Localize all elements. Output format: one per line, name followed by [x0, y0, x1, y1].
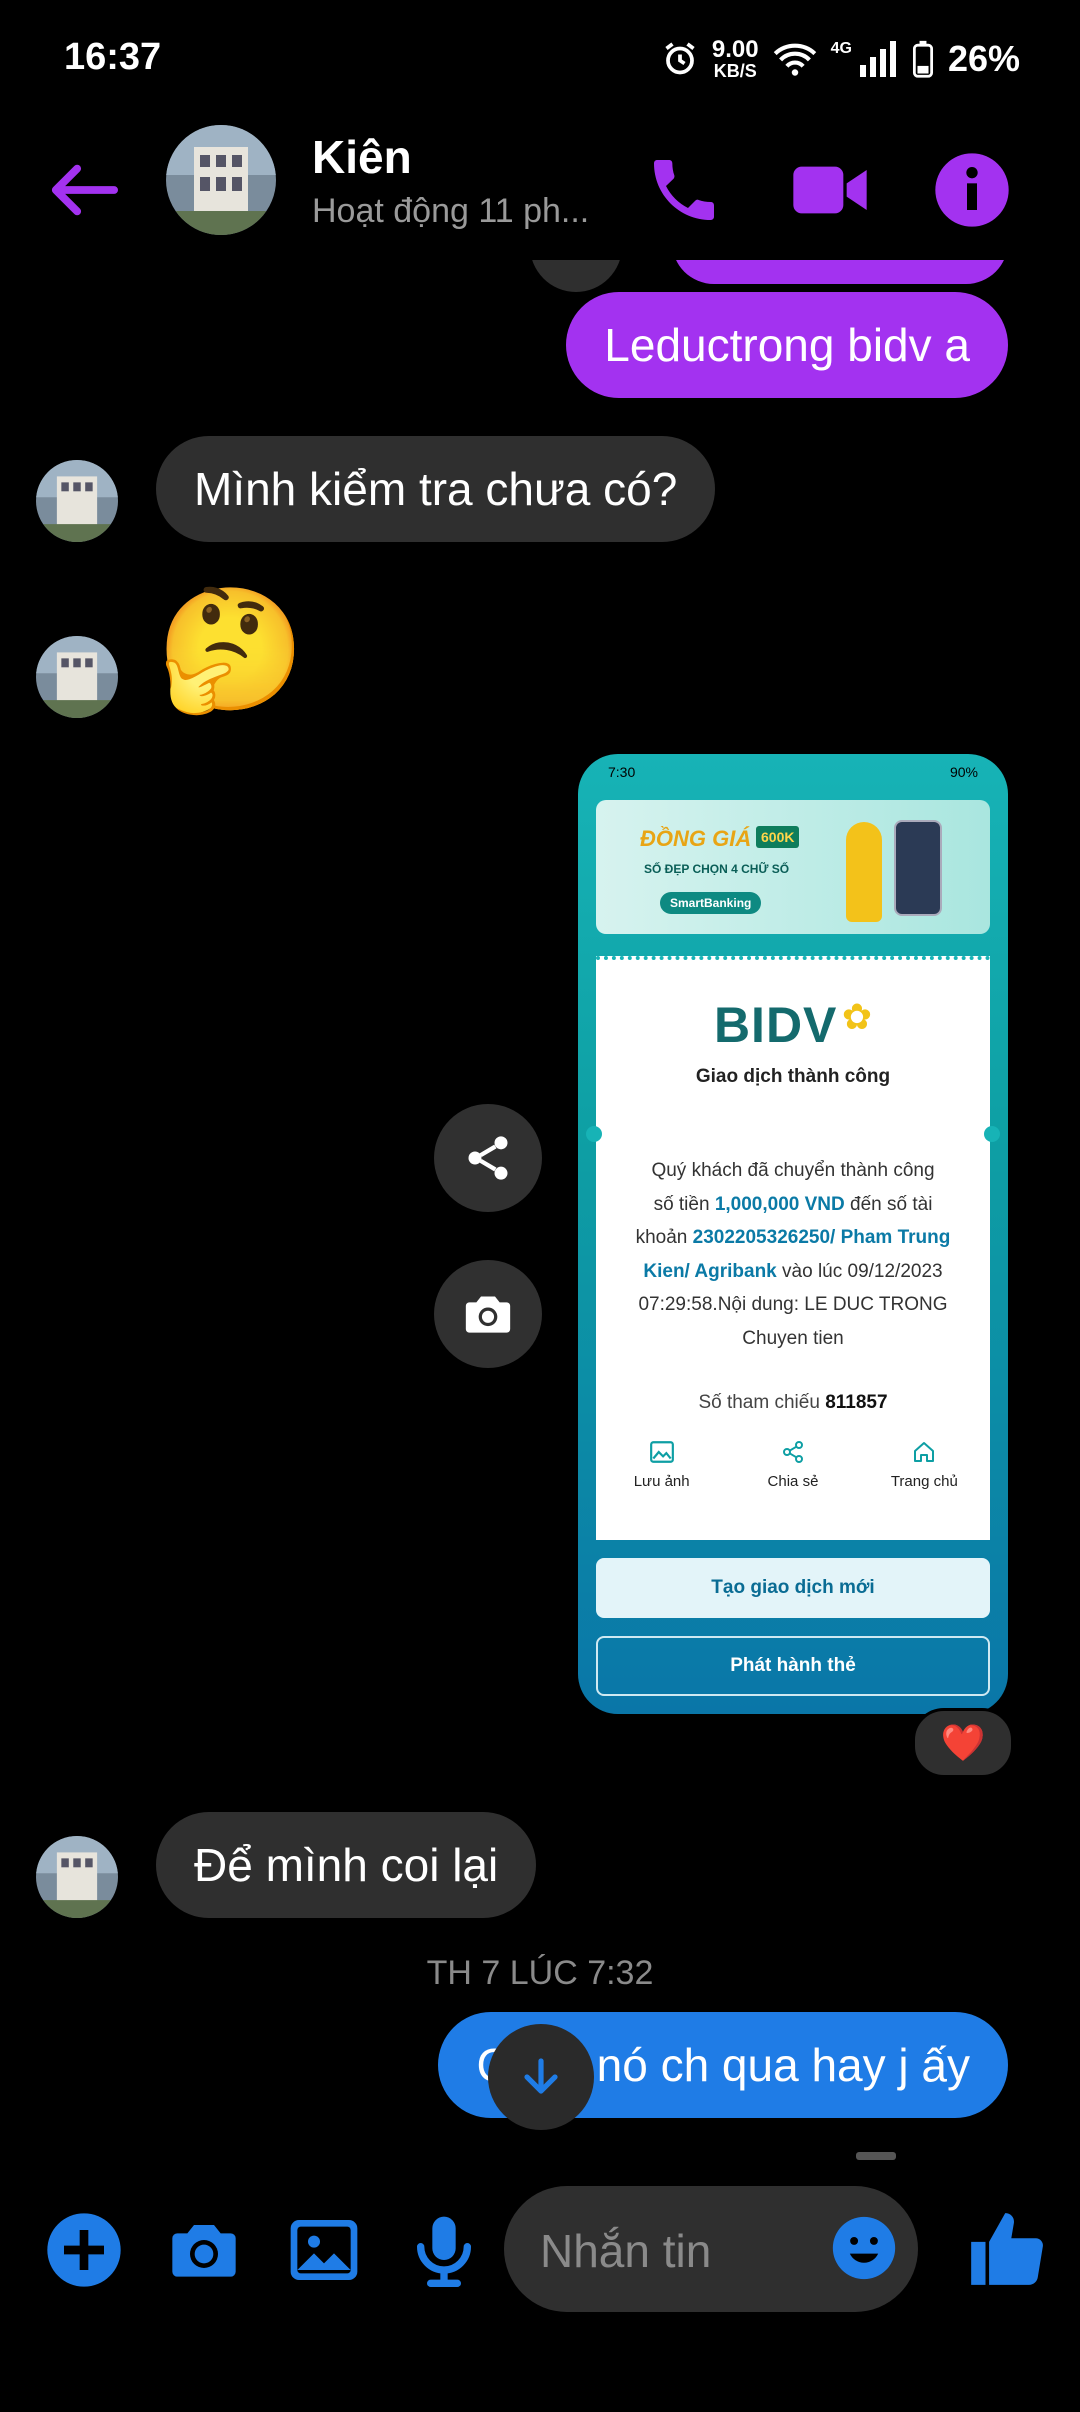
share-action[interactable]: Chia sẻ	[738, 1440, 848, 1490]
speed-unit: KB/S	[713, 61, 757, 81]
camera-icon[interactable]	[164, 2210, 244, 2290]
home-icon	[914, 1442, 935, 1462]
status-icons: 9.00 KB/S 4G 26%	[662, 38, 1020, 80]
heart-reaction[interactable]: ❤️	[912, 1708, 1014, 1778]
banner-title: ĐỒNG GIÁ	[640, 826, 752, 851]
receipt-status-time: 7:30	[608, 764, 636, 780]
bidv-logo: BIDV ✿	[596, 996, 990, 1054]
reference-label: Số tham chiếu	[698, 1392, 826, 1413]
status-time: 16:37	[64, 36, 162, 78]
emoji-message[interactable]: 🤔	[156, 580, 305, 720]
share-icon	[468, 1136, 508, 1180]
receipt-card: BIDV ✿ Giao dịch thành công Quý khách đã…	[586, 956, 1000, 1540]
flower-icon: ✿	[841, 996, 873, 1037]
action-label: Lưu ảnh	[633, 1473, 690, 1490]
new-transaction-button[interactable]: Tạo giao dịch mới	[596, 1558, 990, 1618]
emoji-icon[interactable]	[830, 2214, 898, 2282]
account-value: Kien/ Agribank	[643, 1260, 777, 1282]
back-arrow-icon[interactable]	[48, 160, 118, 220]
sender-avatar[interactable]	[36, 460, 118, 542]
banner-app: SmartBanking	[660, 892, 762, 914]
banner-price: 600K	[756, 826, 800, 848]
seen-indicator	[856, 2152, 896, 2160]
microphone-icon[interactable]	[404, 2210, 484, 2290]
banner-phone-figure	[894, 820, 942, 916]
detail-text: đến số tài	[844, 1193, 933, 1215]
receipt-actions: Lưu ảnh Chia sẻ Trang chủ	[596, 1440, 990, 1490]
battery-icon	[912, 40, 933, 78]
sender-avatar[interactable]	[36, 1836, 118, 1918]
reference-value: 811857	[825, 1392, 888, 1413]
info-icon[interactable]	[932, 150, 1012, 230]
composer-bar: Nhắn tin	[0, 2160, 1080, 2412]
issue-card-button[interactable]: Phát hành thẻ	[596, 1636, 990, 1696]
banner-person-figure	[846, 822, 882, 922]
speed-value: 9.00	[711, 36, 759, 63]
detail-line: số tiền 1,000,000 VND đến số tài	[596, 1188, 990, 1222]
house-photo-icon	[36, 1836, 118, 1918]
network-type: 4G	[830, 40, 852, 57]
promo-banner[interactable]: ĐỒNG GIÁ 600K SỐ ĐẸP CHỌN 4 CHỮ SỐ Smart…	[596, 800, 990, 934]
message-incoming[interactable]: Mình kiểm tra chưa có?	[156, 436, 716, 542]
signal-icon	[859, 41, 896, 77]
phone-call-icon[interactable]	[644, 150, 724, 230]
arrow-down-icon	[524, 2058, 558, 2094]
reference-number: Số tham chiếu 811857	[596, 1392, 990, 1414]
house-photo-icon	[36, 460, 118, 542]
alarm-icon	[665, 42, 695, 75]
detail-line: Quý khách đã chuyển thành công	[651, 1160, 935, 1181]
message-timestamp: TH 7 LÚC 7:32	[426, 1954, 654, 1992]
network-speed: 9.00 KB/S	[711, 36, 759, 81]
status-bar: 16:37 9.00 KB/S 4G 26%	[0, 0, 1080, 120]
sender-avatar[interactable]	[36, 636, 118, 718]
share-button[interactable]	[434, 1104, 542, 1212]
scroll-to-bottom-button[interactable]	[488, 2024, 594, 2130]
video-call-icon[interactable]	[790, 150, 870, 230]
partial-avatar	[530, 260, 622, 292]
share-icon	[782, 1441, 803, 1463]
action-label: Chia sẻ	[767, 1473, 819, 1490]
house-photo-icon	[36, 636, 118, 718]
message-input-placeholder: Nhắn tin	[540, 2225, 712, 2277]
chat-header: Kiên Hoạt động 11 ph...	[0, 120, 1080, 260]
detail-line: 07:29:58.Nội dung: LE DUC TRONG	[638, 1294, 948, 1315]
message-outgoing[interactable]: Leductrong bidv a	[566, 292, 1008, 398]
ticket-notch	[586, 1126, 602, 1142]
save-image-action[interactable]: Lưu ảnh	[607, 1440, 717, 1490]
image-icon	[649, 1441, 674, 1463]
battery-percent: 26%	[947, 38, 1020, 79]
detail-text: số tiền	[653, 1193, 715, 1215]
detail-text: khoản	[635, 1227, 693, 1248]
partial-bubble	[672, 260, 1008, 284]
wifi-icon	[773, 43, 816, 76]
transaction-details: Quý khách đã chuyển thành công số tiền 1…	[596, 1154, 990, 1355]
message-list[interactable]: Leductrong bidv a Mình kiểm tra chưa có?…	[0, 260, 1080, 2160]
detail-line: Kien/ Agribank vào lúc 09/12/2023	[596, 1255, 990, 1289]
transaction-status: Giao dịch thành công	[695, 1066, 891, 1087]
detail-text: vào lúc 09/12/2023	[776, 1260, 943, 1282]
receipt-status-battery: 90%	[949, 764, 978, 780]
thumbs-up-icon[interactable]	[964, 2206, 1050, 2292]
contact-avatar[interactable]	[166, 125, 276, 235]
account-value: 2302205326250/ Pham Trung	[692, 1227, 951, 1248]
ticket-notch	[984, 1126, 1000, 1142]
message-input[interactable]: Nhắn tin	[504, 2186, 918, 2312]
house-photo-icon	[166, 125, 276, 235]
action-label: Trang chủ	[890, 1473, 958, 1490]
detail-line: khoản 2302205326250/ Pham Trung	[596, 1221, 990, 1255]
bidv-logo-text: BIDV	[713, 997, 838, 1053]
home-action[interactable]: Trang chủ	[869, 1440, 979, 1490]
banner-subtitle: SỐ ĐẸP CHỌN 4 CHỮ SỐ	[644, 862, 790, 876]
image-attachment[interactable]: 7:30 90% ĐỒNG GIÁ 600K SỐ ĐẸP CHỌN 4 CHỮ…	[578, 754, 1008, 1714]
detail-line: Chuyen tien	[742, 1327, 844, 1349]
camera-button[interactable]	[434, 1260, 542, 1368]
gallery-icon[interactable]	[284, 2210, 364, 2290]
amount-value: 1,000,000 VND	[714, 1193, 845, 1215]
plus-icon[interactable]	[44, 2210, 124, 2290]
message-incoming[interactable]: Để mình coi lại	[156, 1812, 537, 1918]
contact-presence: Hoạt động 11 ph...	[312, 192, 590, 230]
contact-name[interactable]: Kiên	[312, 130, 412, 184]
camera-icon	[465, 1296, 511, 1333]
